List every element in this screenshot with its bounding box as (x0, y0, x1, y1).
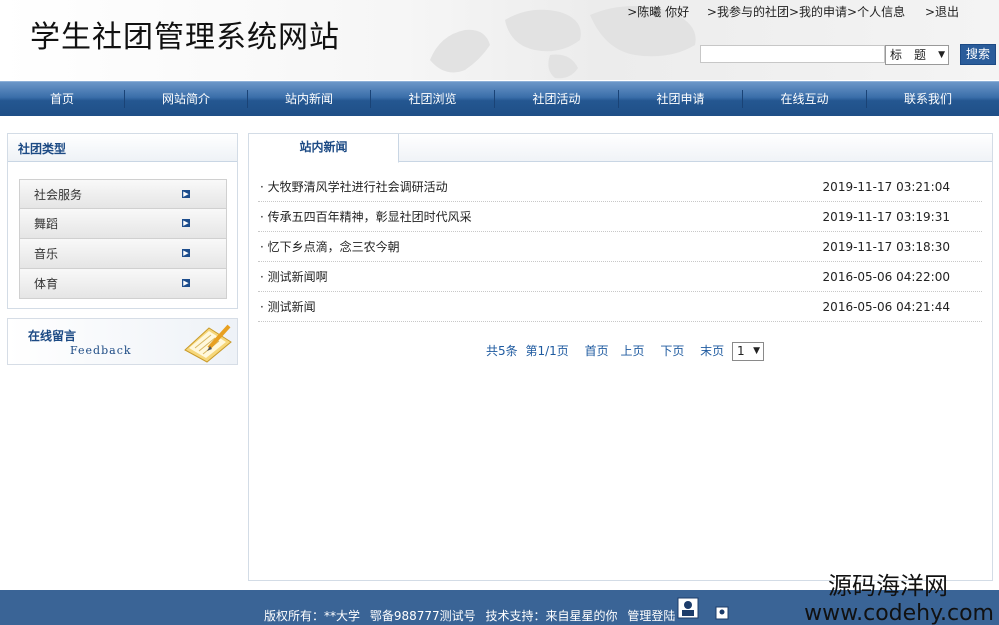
category-label: 社会服务 (34, 188, 83, 202)
dropdown-arrow-icon: ▼ (938, 50, 945, 60)
user-greeting: >陈曦 你好 (627, 5, 690, 19)
search-field-selected: 标 题 (890, 48, 927, 62)
link-my-clubs[interactable]: >我参与的社团 (707, 5, 789, 19)
club-category-title: 社团类型 (8, 134, 237, 162)
notepad-pencil-icon (184, 324, 232, 363)
link-logout[interactable]: >退出 (925, 5, 959, 19)
nav-home[interactable]: 首页 (0, 82, 124, 116)
news-row: · 传承五四百年精神，彰显社团时代风采 2019-11-17 03:19:31 (258, 202, 982, 232)
pager-page-info: 第1/1页 (525, 344, 569, 358)
news-row: · 测试新闻啊 2016-05-06 04:22:00 (258, 262, 982, 292)
pager-prev[interactable]: 上页 (620, 344, 644, 358)
category-label: 体育 (34, 277, 59, 291)
top-user-links: >陈曦 你好 >我参与的社团>我的申请>个人信息 >退出 (617, 3, 959, 20)
search-field-select[interactable]: 标 题 ▼ (885, 45, 949, 65)
search-button[interactable]: 搜索 (960, 44, 996, 65)
link-my-applications[interactable]: >我的申请 (789, 5, 847, 19)
page-select-value: 1 (737, 344, 745, 358)
tab-site-news[interactable]: 站内新闻 (249, 134, 399, 163)
feedback-title: 在线留言 (28, 329, 77, 343)
news-date: 2019-11-17 03:18:30 (822, 240, 950, 254)
club-category-panel: 社团类型 社会服务 ▶ 舞蹈 ▶ 音乐 ▶ 体育 ▶ (7, 133, 238, 309)
club-category-list: 社会服务 ▶ 舞蹈 ▶ 音乐 ▶ 体育 ▶ (19, 179, 227, 299)
news-date: 2016-05-06 04:22:00 (822, 270, 950, 284)
site-header: 学生社团管理系统网站 >陈曦 你好 >我参与的社团>我的申请>个人信息 >退出 … (0, 0, 999, 80)
pager-first[interactable]: 首页 (585, 344, 609, 358)
pagination: 共5条 第1/1页 首页 上页 下页 末页 1 ▼ (486, 341, 764, 361)
site-title: 学生社团管理系统网站 (30, 20, 340, 55)
news-title[interactable]: · 测试新闻 (260, 292, 316, 322)
category-item-sports[interactable]: 体育 ▶ (19, 269, 227, 299)
site-footer: 版权所有：**大学 鄂备988777测试号 技术支持：来自星星的你 管理登陆 (0, 590, 999, 625)
news-tabbar: 站内新闻 (249, 134, 992, 163)
news-row: · 大牧野清风学社进行社会调研活动 2019-11-17 03:21:04 (258, 172, 982, 202)
footer-support: 技术支持：来自星星的你 (485, 609, 618, 623)
page-select[interactable]: 1 ▼ (732, 342, 764, 361)
news-title[interactable]: · 传承五四百年精神，彰显社团时代风采 (260, 202, 472, 232)
nav-about[interactable]: 网站简介 (125, 82, 247, 116)
arrow-right-icon: ▶ (182, 249, 190, 257)
nav-news[interactable]: 站内新闻 (248, 82, 370, 116)
main-nav: 首页 网站简介 站内新闻 社团浏览 社团活动 社团申请 在线互动 联系我们 (0, 81, 999, 116)
news-title[interactable]: · 忆下乡点滴，念三农今朝 (260, 232, 400, 262)
footer-text: 版权所有：**大学 鄂备988777测试号 技术支持：来自星星的你 管理登陆 (264, 607, 681, 624)
link-personal-info[interactable]: >个人信息 (847, 5, 905, 19)
news-panel: 站内新闻 · 大牧野清风学社进行社会调研活动 2019-11-17 03:21:… (248, 133, 993, 581)
news-row: · 测试新闻 2016-05-06 04:21:44 (258, 292, 982, 322)
category-item-dance[interactable]: 舞蹈 ▶ (19, 209, 227, 239)
feedback-subtitle: Feedback (70, 344, 132, 357)
news-list: · 大牧野清风学社进行社会调研活动 2019-11-17 03:21:04 · … (258, 172, 982, 322)
admin-avatar-icon (677, 597, 729, 620)
category-label: 音乐 (34, 247, 59, 261)
news-title[interactable]: · 大牧野清风学社进行社会调研活动 (260, 172, 448, 202)
admin-login-link[interactable]: 管理登陆 (627, 609, 675, 623)
arrow-right-icon: ▶ (182, 219, 190, 227)
news-title[interactable]: · 测试新闻啊 (260, 262, 328, 292)
category-label: 舞蹈 (34, 217, 59, 231)
category-item-social-service[interactable]: 社会服务 ▶ (19, 179, 227, 209)
nav-online-interaction[interactable]: 在线互动 (743, 82, 866, 116)
online-feedback-banner[interactable]: 在线留言 Feedback (7, 318, 238, 365)
news-row: · 忆下乡点滴，念三农今朝 2019-11-17 03:18:30 (258, 232, 982, 262)
news-date: 2016-05-06 04:21:44 (822, 300, 950, 314)
footer-copyright: 版权所有：**大学 (264, 609, 361, 623)
nav-browse-clubs[interactable]: 社团浏览 (371, 82, 494, 116)
pager-next[interactable]: 下页 (660, 344, 684, 358)
nav-contact[interactable]: 联系我们 (867, 82, 989, 116)
arrow-right-icon: ▶ (182, 190, 190, 198)
arrow-right-icon: ▶ (182, 279, 190, 287)
footer-icp: 鄂备988777测试号 (369, 609, 476, 623)
pager-last[interactable]: 末页 (700, 344, 724, 358)
pager-total: 共5条 (486, 344, 518, 358)
nav-club-apply[interactable]: 社团申请 (619, 82, 742, 116)
search-input[interactable] (700, 45, 885, 63)
news-date: 2019-11-17 03:19:31 (822, 210, 950, 224)
news-date: 2019-11-17 03:21:04 (822, 180, 950, 194)
dropdown-arrow-icon: ▼ (753, 346, 760, 356)
category-item-music[interactable]: 音乐 ▶ (19, 239, 227, 269)
nav-club-activities[interactable]: 社团活动 (495, 82, 618, 116)
